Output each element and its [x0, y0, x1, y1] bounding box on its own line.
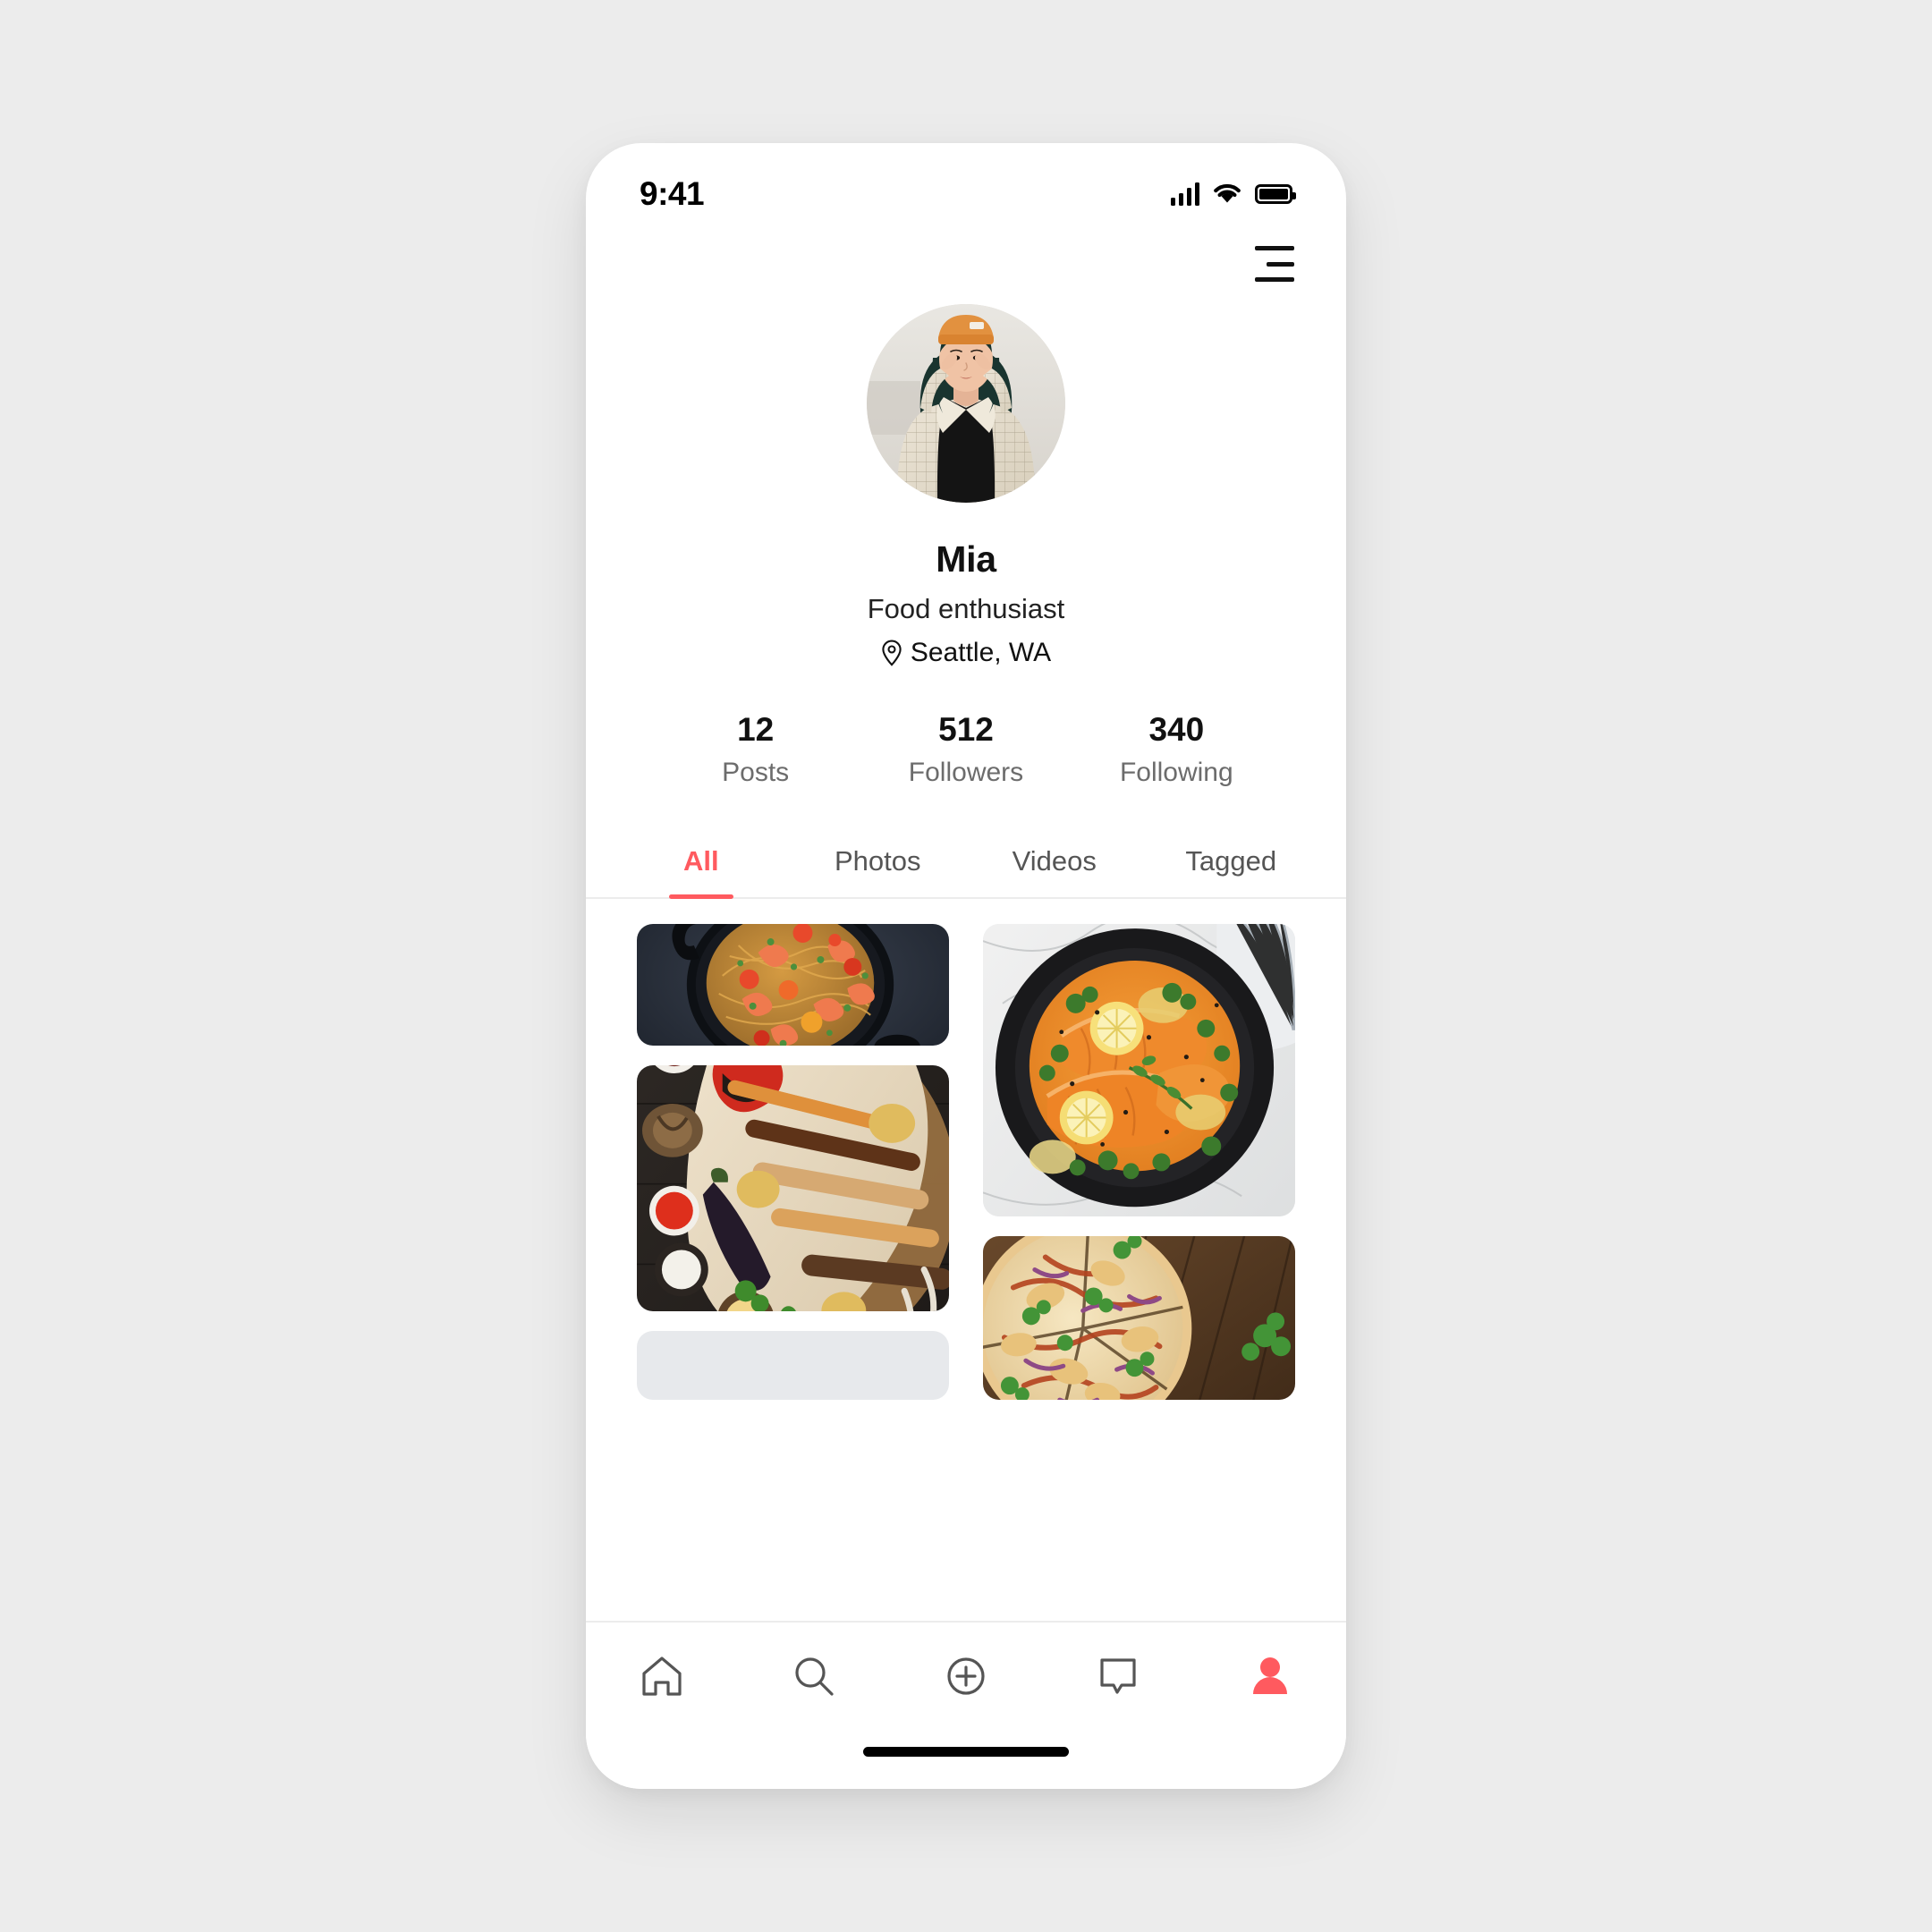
profile-location: Seattle, WA	[881, 638, 1051, 668]
nav-profile[interactable]	[1194, 1653, 1346, 1699]
nav-home[interactable]	[586, 1653, 738, 1699]
post-grid-column-right	[983, 924, 1295, 1400]
home-icon	[642, 1657, 682, 1696]
stat-posts-label: Posts	[722, 758, 790, 787]
wifi-icon	[1214, 183, 1241, 203]
status-bar: 9:41	[586, 143, 1346, 225]
stat-following[interactable]: 340 Following	[1072, 711, 1282, 788]
avatar[interactable]	[867, 304, 1065, 503]
search-icon	[795, 1657, 834, 1696]
post-thumbnail-placeholder[interactable]	[637, 1331, 949, 1400]
post-grid[interactable]	[586, 899, 1346, 1400]
stat-following-value: 340	[1148, 711, 1205, 748]
stat-following-label: Following	[1119, 758, 1233, 787]
profile-location-label: Seattle, WA	[910, 638, 1052, 667]
profile-stats: 12 Posts 512 Followers 340 Following	[586, 711, 1346, 788]
map-pin-icon	[882, 640, 902, 666]
home-indicator	[863, 1747, 1069, 1757]
tab-videos[interactable]: Videos	[966, 833, 1143, 897]
profile-icon	[1253, 1657, 1287, 1694]
nav-search[interactable]	[738, 1653, 890, 1699]
post-thumbnail[interactable]	[637, 1064, 949, 1312]
tab-photos[interactable]: Photos	[790, 833, 967, 897]
tab-tagged[interactable]: Tagged	[1143, 833, 1320, 897]
profile-section: Mia Food enthusiast Seattle, WA 12 Posts…	[586, 302, 1346, 788]
nav-create[interactable]	[890, 1653, 1042, 1699]
bottom-navigation	[586, 1621, 1346, 1789]
stat-followers-value: 512	[938, 711, 994, 748]
tab-all[interactable]: All	[613, 833, 790, 897]
stat-posts-value: 12	[737, 711, 775, 748]
content-tabs: All Photos Videos Tagged	[586, 833, 1346, 899]
stat-followers[interactable]: 512 Followers	[860, 711, 1071, 788]
status-bar-icons	[1171, 182, 1296, 206]
add-post-icon	[947, 1657, 985, 1695]
post-grid-column-left	[637, 924, 949, 1400]
stat-posts[interactable]: 12 Posts	[650, 711, 860, 788]
page-title: Mia	[936, 538, 996, 580]
nav-messages[interactable]	[1042, 1653, 1194, 1699]
battery-icon	[1255, 184, 1296, 204]
stat-followers-label: Followers	[908, 758, 1024, 787]
app-header	[586, 225, 1346, 302]
status-bar-time: 9:41	[640, 175, 705, 212]
phone-screen: 9:41 Mia Food enthusiast Seattle, WA 12 …	[586, 143, 1346, 1789]
hamburger-menu-icon[interactable]	[1255, 246, 1294, 282]
profile-bio: Food enthusiast	[867, 593, 1065, 624]
messages-icon	[1100, 1658, 1136, 1694]
cellular-signal-icon	[1171, 182, 1199, 206]
post-thumbnail[interactable]	[637, 924, 949, 1046]
post-thumbnail[interactable]	[983, 1236, 1295, 1400]
post-thumbnail[interactable]	[983, 924, 1295, 1217]
